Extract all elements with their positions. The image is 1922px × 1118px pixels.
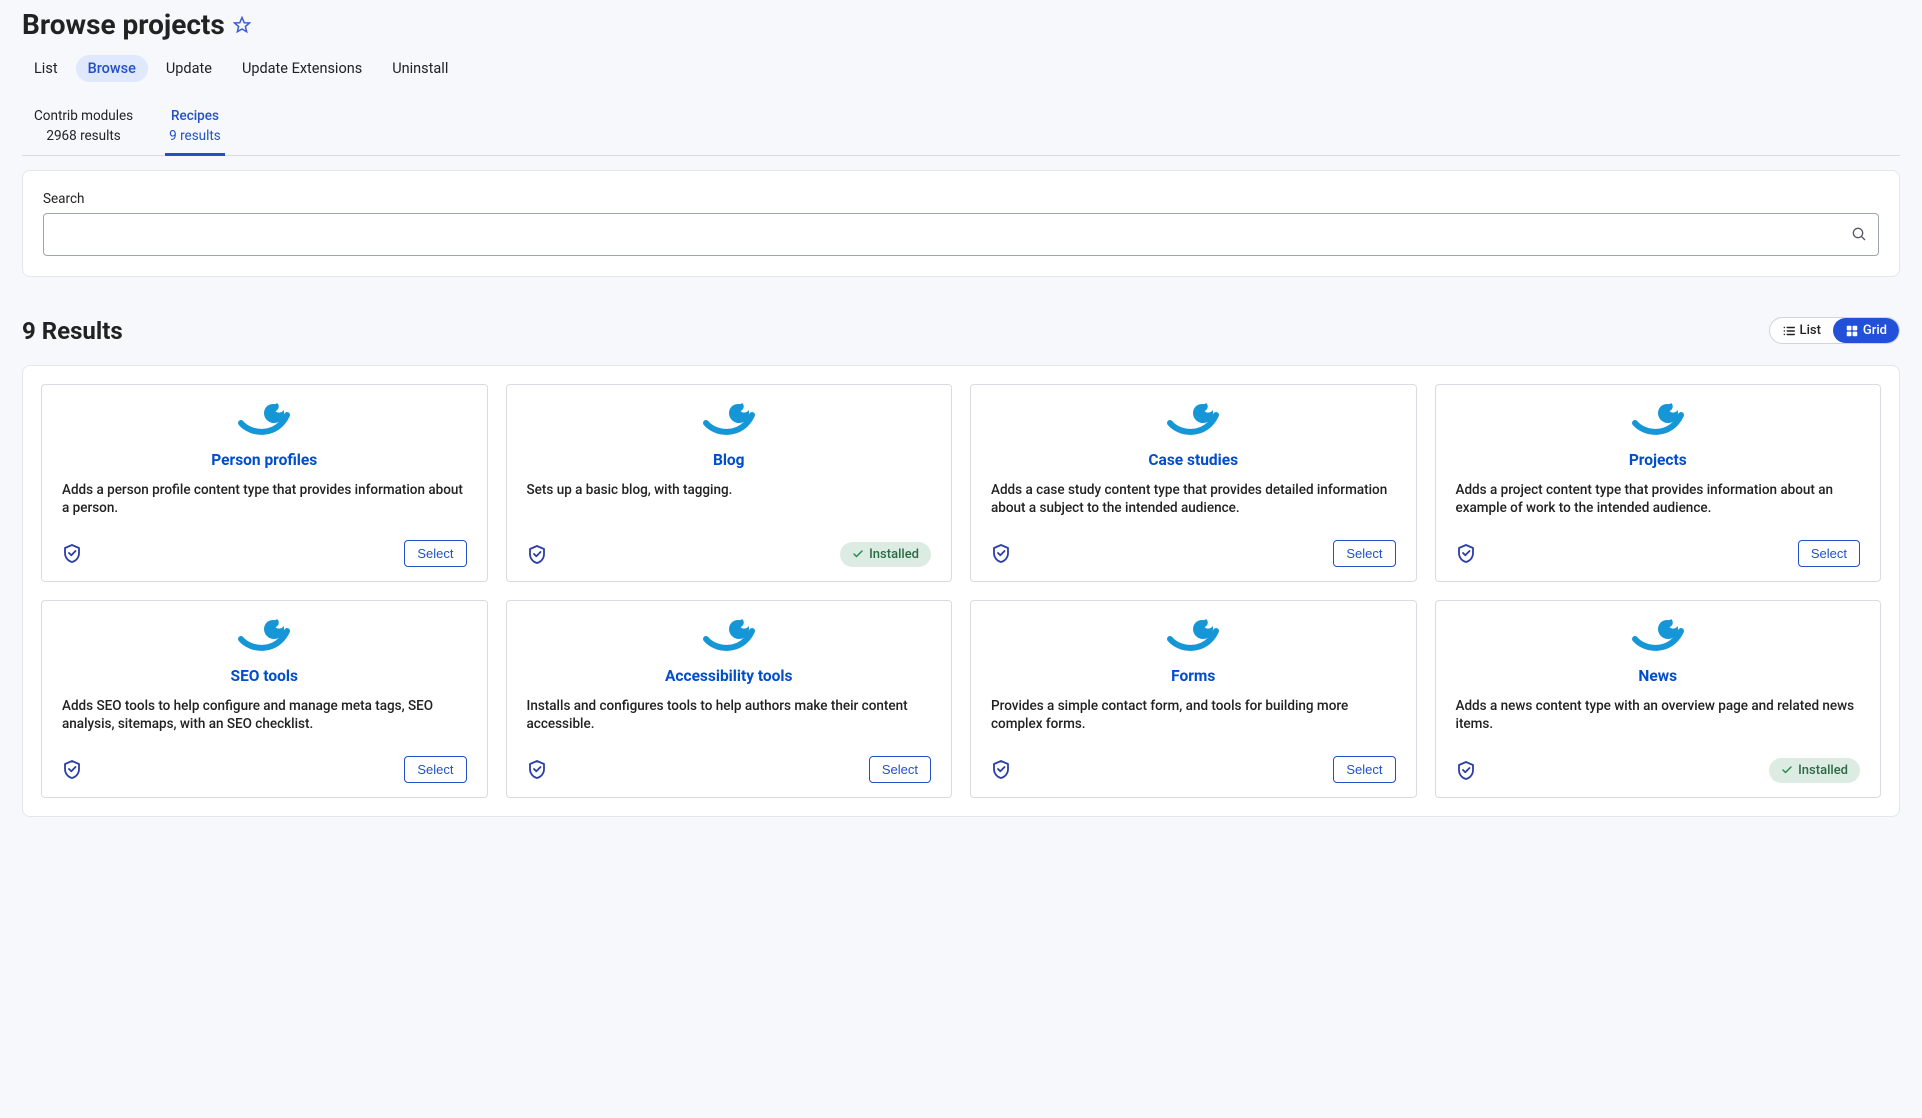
recipe-icon xyxy=(237,617,291,653)
select-button[interactable]: Select xyxy=(869,756,931,783)
recipe-card: Case studies Adds a case study content ty… xyxy=(970,384,1417,582)
installed-badge: Installed xyxy=(1769,758,1860,783)
page-title: Browse projects xyxy=(22,8,225,41)
recipe-icon xyxy=(1166,617,1220,653)
recipe-card: SEO tools Adds SEO tools to help configur… xyxy=(41,600,488,798)
tab-list[interactable]: List xyxy=(22,55,70,82)
view-list-label: List xyxy=(1800,323,1821,338)
card-title[interactable]: News xyxy=(1456,667,1861,685)
recipe-icon xyxy=(702,401,756,437)
card-description: Adds a person profile content type that … xyxy=(62,481,467,519)
cards-panel: Person profiles Adds a person profile con… xyxy=(22,365,1900,817)
check-icon xyxy=(1781,764,1793,776)
subtab-name: Contrib modules xyxy=(34,106,133,126)
subtab-recipes[interactable]: Recipes9 results xyxy=(165,106,225,156)
card-title[interactable]: Case studies xyxy=(991,451,1396,469)
recipe-card: Forms Provides a simple contact form, and… xyxy=(970,600,1417,798)
recipe-card: Accessibility tools Installs and configur… xyxy=(506,600,953,798)
card-description: Adds a project content type that provide… xyxy=(1456,481,1861,519)
card-title[interactable]: Person profiles xyxy=(62,451,467,469)
search-panel: Search xyxy=(22,170,1900,277)
results-count: 9 Results xyxy=(22,317,123,345)
subtab-count: 9 results xyxy=(169,126,221,146)
recipe-icon xyxy=(237,401,291,437)
installed-badge: Installed xyxy=(840,542,931,567)
card-description: Installs and configures tools to help au… xyxy=(527,697,932,735)
check-icon xyxy=(852,548,864,560)
select-button[interactable]: Select xyxy=(1798,540,1860,567)
security-shield-icon xyxy=(62,759,82,779)
view-grid-label: Grid xyxy=(1863,323,1887,338)
card-description: Adds SEO tools to help configure and man… xyxy=(62,697,467,735)
security-shield-icon xyxy=(527,544,547,564)
recipe-icon xyxy=(1631,617,1685,653)
card-description: Adds a news content type with an overvie… xyxy=(1456,697,1861,735)
card-title[interactable]: Accessibility tools xyxy=(527,667,932,685)
primary-tabs: ListBrowseUpdateUpdate ExtensionsUninsta… xyxy=(22,55,1900,82)
card-title[interactable]: Projects xyxy=(1456,451,1861,469)
card-title[interactable]: Forms xyxy=(991,667,1396,685)
card-description: Sets up a basic blog, with tagging. xyxy=(527,481,932,500)
select-button[interactable]: Select xyxy=(1333,540,1395,567)
recipe-card: Projects Adds a project content type that… xyxy=(1435,384,1882,582)
select-button[interactable]: Select xyxy=(404,540,466,567)
secondary-tabs: Contrib modules2968 results Recipes9 resu… xyxy=(22,106,1900,156)
subtab-count: 2968 results xyxy=(34,126,133,146)
card-title[interactable]: SEO tools xyxy=(62,667,467,685)
installed-label: Installed xyxy=(1798,763,1848,778)
recipe-icon xyxy=(1631,401,1685,437)
recipe-card: Blog Sets up a basic blog, with tagging. I… xyxy=(506,384,953,582)
view-grid-button[interactable]: Grid xyxy=(1833,318,1899,343)
tab-uninstall[interactable]: Uninstall xyxy=(380,55,460,82)
security-shield-icon xyxy=(527,759,547,779)
recipe-icon xyxy=(702,617,756,653)
security-shield-icon xyxy=(1456,543,1476,563)
security-shield-icon xyxy=(62,543,82,563)
search-label: Search xyxy=(43,191,1879,207)
tab-update-extensions[interactable]: Update Extensions xyxy=(230,55,374,82)
security-shield-icon xyxy=(991,759,1011,779)
favorite-star-icon[interactable] xyxy=(233,16,251,34)
subtab-contrib-modules[interactable]: Contrib modules2968 results xyxy=(30,106,137,156)
recipe-card: Person profiles Adds a person profile con… xyxy=(41,384,488,582)
select-button[interactable]: Select xyxy=(1333,756,1395,783)
select-button[interactable]: Select xyxy=(404,756,466,783)
tab-update[interactable]: Update xyxy=(154,55,224,82)
card-description: Adds a case study content type that prov… xyxy=(991,481,1396,519)
view-toggle: List Grid xyxy=(1769,317,1900,344)
installed-label: Installed xyxy=(869,547,919,562)
card-title[interactable]: Blog xyxy=(527,451,932,469)
subtab-name: Recipes xyxy=(169,106,221,126)
security-shield-icon xyxy=(991,543,1011,563)
card-description: Provides a simple contact form, and tool… xyxy=(991,697,1396,735)
search-input[interactable] xyxy=(43,213,1879,256)
security-shield-icon xyxy=(1456,760,1476,780)
search-icon xyxy=(1851,226,1867,242)
recipe-card: News Adds a news content type with an ove… xyxy=(1435,600,1882,798)
tab-browse[interactable]: Browse xyxy=(76,55,148,82)
recipe-icon xyxy=(1166,401,1220,437)
view-list-button[interactable]: List xyxy=(1770,318,1833,343)
